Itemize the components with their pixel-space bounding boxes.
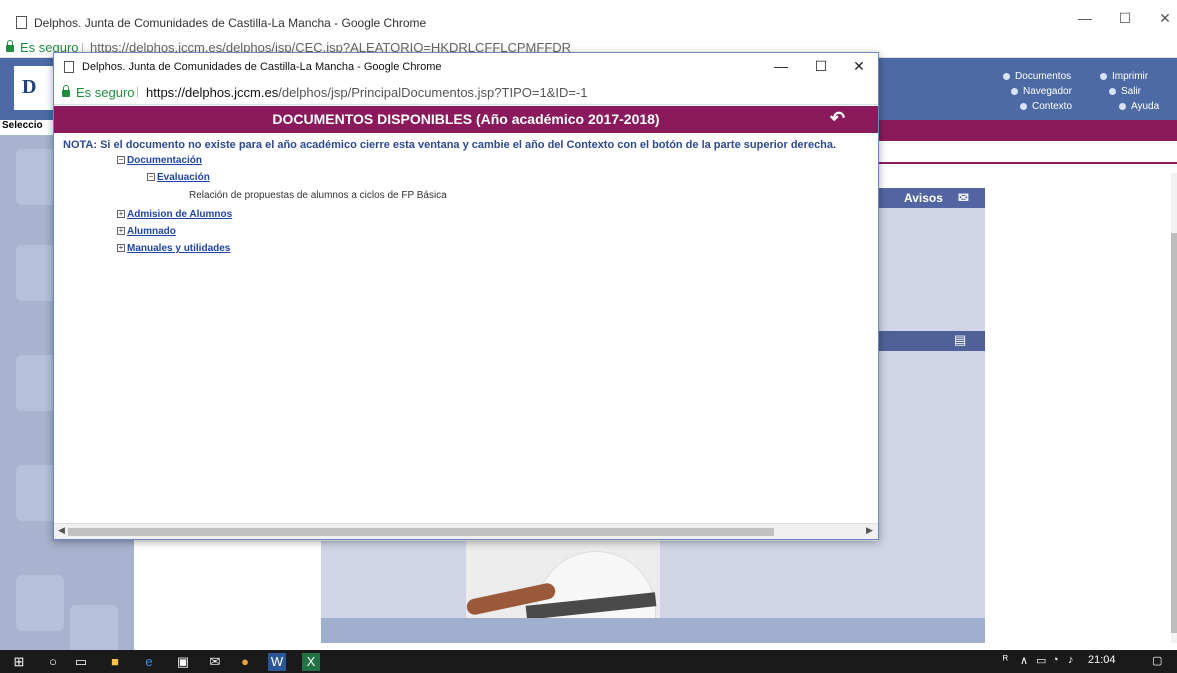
windows-taskbar: ⊞ ○ ▭ ■ e ▣ ✉ ● W X ᴿ ∧ ▭ ◔ ♪ 21:04 ▢ [0, 650, 1177, 673]
selection-label: Seleccio [2, 120, 43, 131]
scrollbar-thumb[interactable] [68, 528, 774, 536]
list-icon[interactable]: ▤ [954, 332, 966, 348]
bullet-icon [1011, 87, 1018, 95]
documents-header: DOCUMENTOS DISPONIBLES (Año académico 20… [54, 106, 878, 133]
lock-icon [6, 40, 14, 52]
lock-icon [62, 85, 70, 97]
avisos-label: Avisos [904, 191, 943, 205]
note-text: NOTA: Si el documento no existe para el … [63, 139, 837, 151]
popup-minimize-button[interactable]: — [770, 58, 792, 74]
popup-titlebar: Delphos. Junta de Comunidades de Castill… [54, 53, 878, 81]
chevron-up-icon[interactable]: ∧ [1020, 654, 1028, 667]
nav-imprimir[interactable]: Imprimir [1100, 71, 1148, 82]
file-explorer-icon[interactable]: ■ [106, 653, 124, 671]
windows-start-icon[interactable]: ⊞ [10, 653, 28, 671]
bullet-icon [1100, 72, 1107, 80]
collapse-icon[interactable]: − [117, 156, 125, 165]
nav-ayuda[interactable]: Ayuda [1119, 101, 1159, 112]
page-scrollbar[interactable] [1171, 173, 1177, 643]
link-alumnado[interactable]: Alumnado [127, 226, 176, 237]
mail-icon[interactable]: ✉ [206, 653, 224, 671]
center-bottom-bar [321, 618, 985, 643]
volume-icon[interactable]: ♪ [1068, 654, 1074, 666]
secure-label: Es seguro [76, 85, 135, 100]
excel-icon[interactable]: X [302, 653, 320, 671]
message-icon[interactable]: ✉ [958, 190, 969, 206]
address-separator: | [136, 84, 140, 98]
document-relacion[interactable]: Relación de propuestas de alumnos a cicl… [189, 190, 447, 201]
battery-icon[interactable]: ▭ [1036, 654, 1046, 667]
tree-item-evaluacion[interactable]: − Evaluación [147, 172, 210, 183]
minimize-button[interactable]: — [1070, 10, 1100, 26]
close-button[interactable]: ✕ [1150, 10, 1177, 27]
popup-url[interactable]: https://delphos.jccm.es/delphos/jsp/Prin… [146, 85, 588, 100]
tree-item-manuales[interactable]: + Manuales y utilidades [117, 243, 230, 254]
background-window-title: Delphos. Junta de Comunidades de Castill… [34, 16, 427, 30]
popup-address-bar[interactable]: Es seguro | https://delphos.jccm.es/delp… [54, 81, 878, 105]
link-manuales[interactable]: Manuales y utilidades [127, 243, 230, 254]
scroll-right-icon[interactable]: ▶ [866, 525, 873, 536]
popup-maximize-button[interactable]: ☐ [810, 58, 832, 75]
popup-title: Delphos. Junta de Comunidades de Castill… [82, 61, 442, 73]
list-bar: ▤ [878, 331, 985, 351]
expand-icon[interactable]: + [117, 244, 125, 253]
search-icon[interactable]: ○ [44, 653, 62, 671]
notifications-icon[interactable]: ▢ [1152, 654, 1162, 667]
nav-documentos[interactable]: Documentos [1003, 71, 1071, 82]
crest-icon [16, 575, 64, 631]
word-icon[interactable]: W [268, 653, 286, 671]
computer-photo [466, 541, 660, 618]
scroll-left-icon[interactable]: ◀ [58, 525, 65, 536]
maximize-button[interactable]: ☐ [1110, 10, 1140, 27]
task-view-icon[interactable]: ▭ [72, 653, 90, 671]
page-icon [64, 61, 74, 73]
expand-icon[interactable]: + [117, 227, 125, 236]
bullet-icon [1119, 102, 1126, 110]
popup-close-button[interactable]: ✕ [848, 58, 870, 75]
expand-icon[interactable]: + [117, 210, 125, 219]
bullet-icon [1003, 72, 1010, 80]
link-evaluacion[interactable]: Evaluación [157, 172, 210, 183]
clock[interactable]: 21:04 [1088, 654, 1116, 666]
tree-item-relacion[interactable]: Relación de propuestas de alumnos a cicl… [189, 190, 447, 201]
link-admision[interactable]: Admision de Alumnos [127, 209, 232, 220]
crest-icon [70, 605, 118, 650]
purple-bar [878, 120, 1177, 141]
store-icon[interactable]: ▣ [174, 653, 192, 671]
documents-popup-window: Delphos. Junta de Comunidades de Castill… [53, 52, 879, 540]
collapse-icon[interactable]: − [147, 173, 155, 182]
delphos-logo[interactable]: D [14, 66, 54, 110]
bullet-icon [1020, 102, 1027, 110]
page-icon [16, 16, 27, 29]
tree-item-admision[interactable]: + Admision de Alumnos [117, 209, 232, 220]
background-window-titlebar: Delphos. Junta de Comunidades de Castill… [0, 0, 1177, 38]
nav-contexto[interactable]: Contexto [1020, 101, 1072, 112]
back-icon[interactable]: ↶ [830, 108, 845, 129]
documents-title: DOCUMENTOS DISPONIBLES (Año académico 20… [272, 111, 660, 127]
people-icon[interactable]: ᴿ [1003, 654, 1008, 666]
purple-line [878, 162, 1177, 164]
popup-horizontal-scrollbar[interactable]: ◀ ▶ [54, 523, 878, 539]
edge-icon[interactable]: e [140, 653, 158, 671]
nav-navegador[interactable]: Navegador [1011, 86, 1072, 97]
nav-salir[interactable]: Salir [1109, 86, 1141, 97]
bullet-icon [1109, 87, 1116, 95]
link-documentacion[interactable]: Documentación [127, 155, 202, 166]
wifi-icon[interactable]: ◔ [1052, 654, 1059, 666]
avisos-header[interactable]: Avisos ✉ [878, 188, 985, 208]
tree-item-alumnado[interactable]: + Alumnado [117, 226, 176, 237]
tree-item-documentacion[interactable]: − Documentación [117, 155, 202, 166]
scrollbar-thumb[interactable] [1171, 233, 1177, 633]
chrome-icon[interactable]: ● [236, 653, 254, 671]
